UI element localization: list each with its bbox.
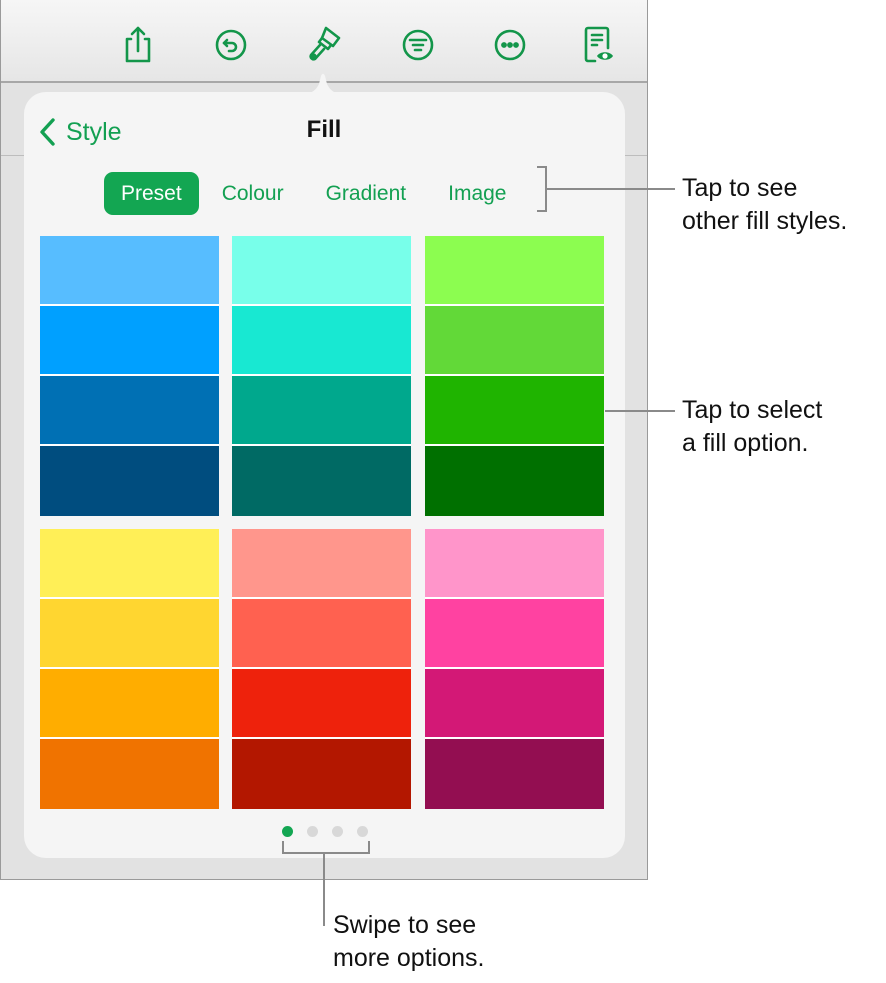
page-dot[interactable] — [307, 826, 318, 837]
toolbar — [1, 0, 647, 83]
swatch-band[interactable] — [232, 376, 411, 446]
swatch-band[interactable] — [425, 446, 604, 516]
leader-line-dots — [323, 852, 325, 926]
swatch-band[interactable] — [232, 446, 411, 516]
swatch-teal[interactable] — [232, 236, 411, 516]
tab-image[interactable]: Image — [431, 172, 523, 215]
share-icon[interactable] — [120, 24, 156, 64]
bracket-tabs-bottom — [537, 210, 547, 212]
swatch-band[interactable] — [425, 739, 604, 809]
page-indicator[interactable] — [282, 826, 368, 837]
callout-select-option: Tap to select a fill option. — [682, 396, 823, 457]
swatch-band[interactable] — [40, 529, 219, 599]
swatch-band[interactable] — [40, 599, 219, 669]
format-brush-icon[interactable] — [306, 24, 342, 64]
swatch-green[interactable] — [425, 236, 604, 516]
swatch-band[interactable] — [425, 669, 604, 739]
organize-icon[interactable] — [400, 24, 436, 64]
bracket-dots-bottom — [282, 852, 370, 854]
swatch-red[interactable] — [232, 529, 411, 809]
swatch-band[interactable] — [40, 739, 219, 809]
swatch-band[interactable] — [425, 376, 604, 446]
swatch-blue[interactable] — [40, 236, 219, 516]
swatch-band[interactable] — [232, 236, 411, 306]
swatch-yellow-orange[interactable] — [40, 529, 219, 809]
callout-swipe: Swipe to see more options. — [333, 911, 485, 972]
more-icon[interactable] — [492, 24, 528, 64]
leader-line-tabs — [547, 188, 675, 190]
swatch-band[interactable] — [40, 236, 219, 306]
swatch-band[interactable] — [40, 446, 219, 516]
bracket-dots-right — [368, 841, 370, 854]
swatch-band[interactable] — [425, 306, 604, 376]
swatch-band[interactable] — [40, 376, 219, 446]
page-dot[interactable] — [282, 826, 293, 837]
page-dot[interactable] — [332, 826, 343, 837]
swatch-band[interactable] — [232, 669, 411, 739]
popover-title: Fill — [306, 116, 342, 143]
tab-gradient[interactable]: Gradient — [309, 172, 424, 215]
leader-line-swatches — [605, 410, 675, 412]
callout-fill-styles: Tap to see other fill styles. — [682, 174, 848, 235]
tab-colour[interactable]: Colour — [205, 172, 301, 215]
tab-preset[interactable]: Preset — [104, 172, 199, 215]
fill-type-tabs: Preset Colour Gradient Image — [104, 172, 524, 215]
popover-arrow — [302, 73, 344, 94]
swatch-band[interactable] — [232, 306, 411, 376]
undo-icon[interactable] — [213, 24, 249, 64]
swatch-band[interactable] — [232, 529, 411, 599]
swatch-band[interactable] — [232, 739, 411, 809]
swatch-band[interactable] — [232, 599, 411, 669]
swatch-band[interactable] — [40, 669, 219, 739]
reader-view-icon[interactable] — [581, 24, 617, 64]
swatch-band[interactable] — [425, 599, 604, 669]
swatch-band[interactable] — [40, 306, 219, 376]
swatch-band[interactable] — [425, 529, 604, 599]
swatch-pink[interactable] — [425, 529, 604, 809]
swatch-band[interactable] — [425, 236, 604, 306]
page-dot[interactable] — [357, 826, 368, 837]
